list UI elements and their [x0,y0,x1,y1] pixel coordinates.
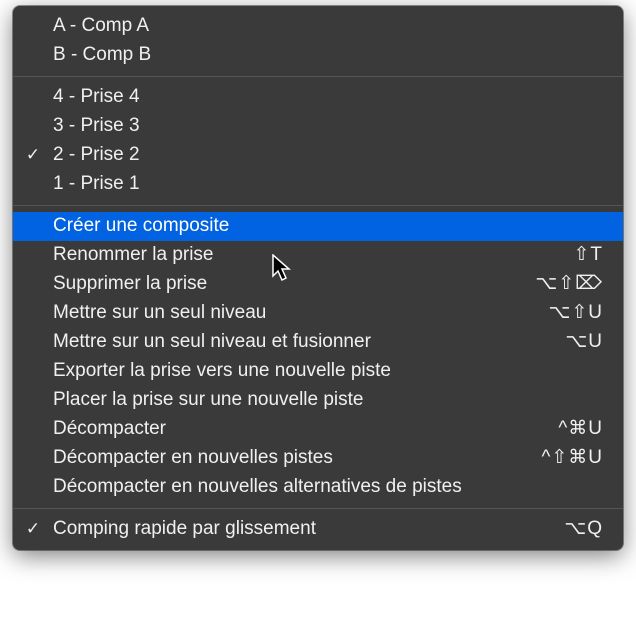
keyboard-shortcut: ⇧T [573,244,603,267]
menu-item-label: Décompacter en nouvelles alternatives de… [53,476,583,499]
menu-separator [13,508,623,509]
menu-item-label: 2 - Prise 2 [53,144,603,167]
menu-item-label: B - Comp B [53,44,603,67]
menu-item-comp-b[interactable]: B - Comp B [13,41,623,70]
menu-separator [13,205,623,206]
menu-item-label: Décompacter [53,418,538,441]
menu-item-rename-take[interactable]: Renommer la prise ⇧T [13,241,623,270]
menu-item-label: Exporter la prise vers une nouvelle pist… [53,360,583,383]
keyboard-shortcut: ^⌘U [558,418,603,441]
menu-item-create-composite[interactable]: Créer une composite [13,212,623,241]
menu-item-label: Décompacter en nouvelles pistes [53,447,521,470]
menu-item-prise-4[interactable]: 4 - Prise 4 [13,83,623,112]
menu-item-unpack-new-tracks[interactable]: Décompacter en nouvelles pistes ^⇧⌘U [13,444,623,473]
menu-item-export-new-track[interactable]: Exporter la prise vers une nouvelle pist… [13,357,623,386]
menu-item-unpack[interactable]: Décompacter ^⌘U [13,415,623,444]
menu-item-label: Placer la prise sur une nouvelle piste [53,389,583,412]
menu-item-delete-take[interactable]: Supprimer la prise ⌥⇧⌦ [13,270,623,299]
menu-item-flatten[interactable]: Mettre sur un seul niveau ⌥⇧U [13,299,623,328]
keyboard-shortcut: ^⇧⌘U [541,447,603,470]
menu-item-quick-swipe-comping[interactable]: ✓ Comping rapide par glissement ⌥Q [13,515,623,544]
keyboard-shortcut: ⌥Q [564,518,603,541]
menu-item-label: Créer une composite [53,215,583,238]
menu-item-label: 4 - Prise 4 [53,86,603,109]
menu-item-label: Comping rapide par glissement [53,518,544,541]
menu-item-prise-2[interactable]: ✓ 2 - Prise 2 [13,141,623,170]
menu-item-flatten-merge[interactable]: Mettre sur un seul niveau et fusionner ⌥… [13,328,623,357]
menu-item-prise-3[interactable]: 3 - Prise 3 [13,112,623,141]
keyboard-shortcut: ⌥U [565,331,603,354]
menu-item-prise-1[interactable]: 1 - Prise 1 [13,170,623,199]
menu-item-label: Supprimer la prise [53,273,515,296]
menu-item-label: Renommer la prise [53,244,553,267]
menu-item-unpack-track-alternatives[interactable]: Décompacter en nouvelles alternatives de… [13,473,623,502]
context-menu: A - Comp A B - Comp B 4 - Prise 4 3 - Pr… [13,6,623,550]
menu-item-label: Mettre sur un seul niveau [53,302,528,325]
menu-separator [13,76,623,77]
menu-item-label: 1 - Prise 1 [53,173,603,196]
menu-item-label: A - Comp A [53,15,603,38]
menu-item-label: 3 - Prise 3 [53,115,603,138]
menu-item-label: Mettre sur un seul niveau et fusionner [53,331,545,354]
keyboard-shortcut: ⌥⇧U [548,302,603,325]
checkmark-icon: ✓ [13,145,53,165]
checkmark-icon: ✓ [13,519,53,539]
menu-item-move-new-track[interactable]: Placer la prise sur une nouvelle piste [13,386,623,415]
keyboard-shortcut: ⌥⇧⌦ [535,273,603,296]
menu-item-comp-a[interactable]: A - Comp A [13,12,623,41]
